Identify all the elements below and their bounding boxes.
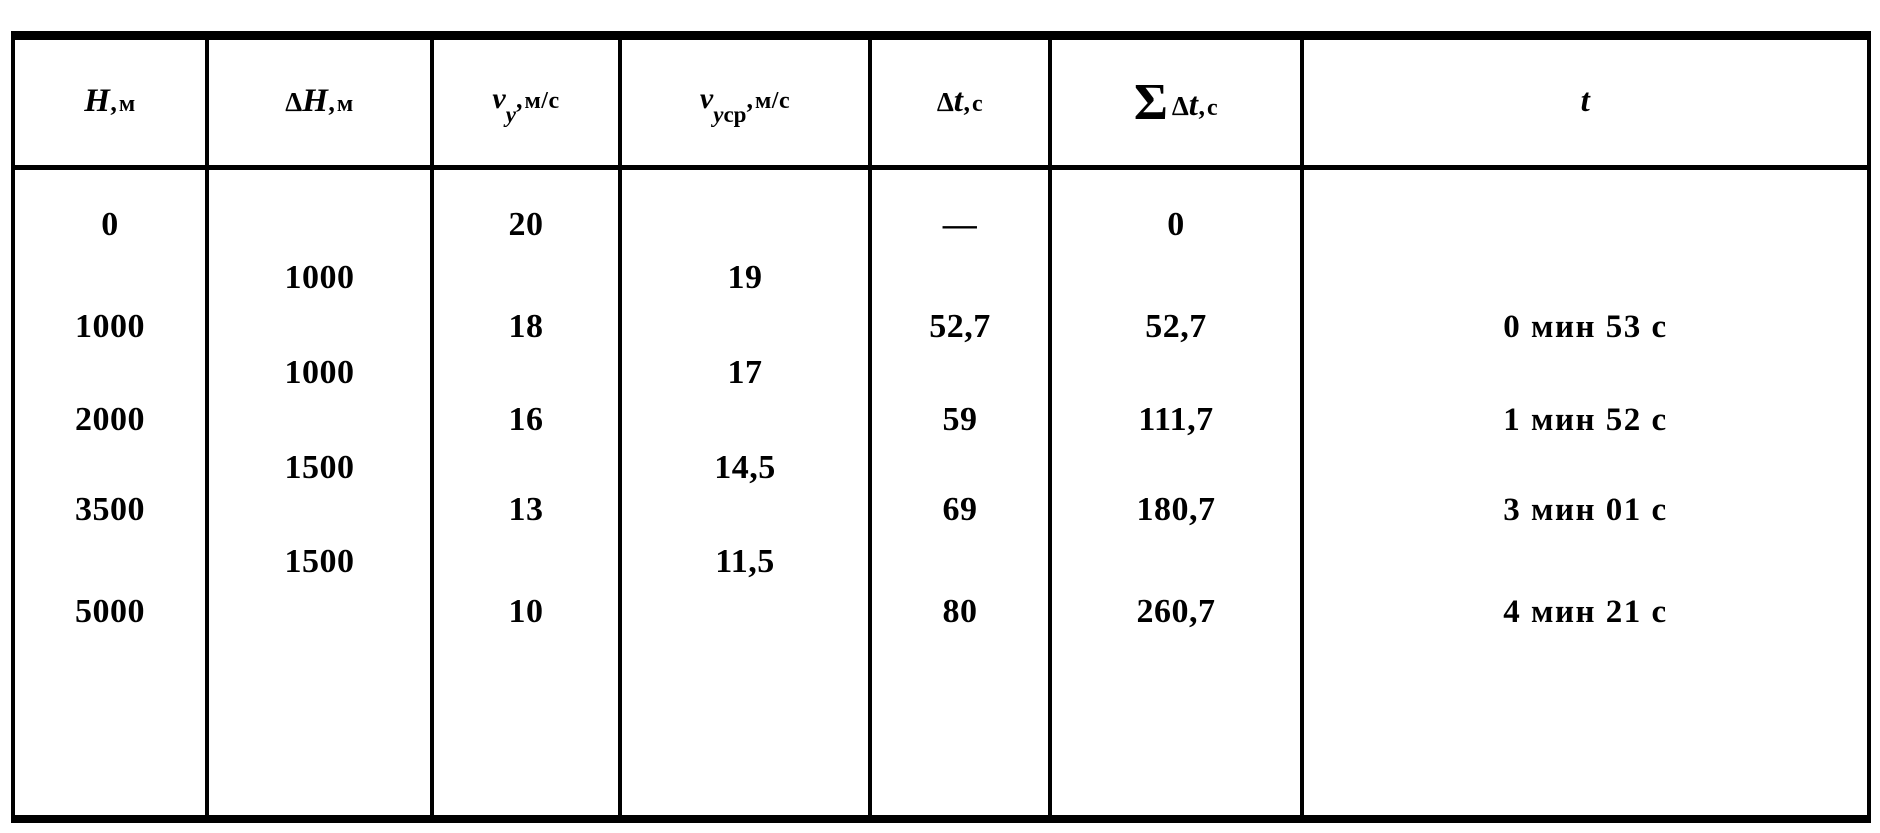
column-header-delta-t: Δt,с <box>872 36 1048 166</box>
column-header-sum-delta-t: Σ Δt,с <box>1052 36 1300 166</box>
column-header-H: H,м <box>15 36 205 166</box>
cell-sum-delta-t: 0 <box>1167 206 1185 243</box>
cell-vy-cp: 17 <box>727 354 763 391</box>
header-comma: , <box>328 87 335 117</box>
header-unit-s: с <box>1206 94 1219 121</box>
cell-delta-H: 1500 <box>284 449 355 486</box>
subscript-cp: ср <box>723 101 747 127</box>
cell-t <box>1304 201 1867 249</box>
velocity-symbol: v <box>699 81 714 115</box>
cell-vy: 18 <box>508 308 544 345</box>
cell-sum-delta-t: 111,7 <box>1138 401 1214 438</box>
column-header-delta-H: ΔH,м <box>209 36 430 166</box>
table-header-row: H,м ΔH,м vy,м/с vyср,м/с Δt,с Σ Δt,с t <box>0 36 1880 166</box>
cell-delta-t: 69 <box>942 491 978 528</box>
cell-H: 5000 <box>75 593 145 630</box>
cell-vy-cp: 14,5 <box>714 449 776 486</box>
cell-t: 1 мин 52 с <box>1503 401 1668 438</box>
column-header-vy: vy,м/с <box>434 36 618 166</box>
cell-delta-t: 59 <box>942 401 978 438</box>
cell-H: 2000 <box>75 401 145 438</box>
header-unit-ms: м/с <box>524 87 560 114</box>
cell-sum-delta-t: 52,7 <box>1145 308 1207 345</box>
cell-delta-H: 1000 <box>284 259 355 296</box>
subscript-y: y <box>505 101 516 127</box>
header-symbol-H: H <box>302 82 329 119</box>
table-bottom-border <box>11 815 1871 823</box>
cell-vy: 10 <box>508 593 544 630</box>
cell-H: 1000 <box>75 308 145 345</box>
sigma-icon: Σ <box>1133 73 1168 131</box>
cell-vy: 13 <box>508 491 544 528</box>
cell-delta-H: 1000 <box>284 354 355 391</box>
header-unit-ms: м/с <box>754 87 791 114</box>
cell-vy: 20 <box>508 206 544 243</box>
table-body: 0 20 — 0 1000 19 1000 18 52,7 52,7 0 мин… <box>0 170 1880 815</box>
column-header-t: t <box>1304 36 1867 166</box>
table-page: H,м ΔH,м vy,м/с vyср,м/с Δt,с Σ Δt,с t 0 … <box>0 0 1880 833</box>
cell-vy-cp: 11,5 <box>715 543 775 580</box>
cell-H: 3500 <box>75 491 145 528</box>
subscript-y: y <box>713 101 724 127</box>
cell-vy-cp: 19 <box>727 259 763 296</box>
header-comma: , <box>963 87 970 117</box>
header-symbol-t: t <box>1580 82 1591 119</box>
cell-vy: 16 <box>508 401 544 438</box>
header-comma: , <box>746 84 753 114</box>
header-unit-s: с <box>971 90 984 117</box>
cell-delta-t: 52,7 <box>929 308 991 345</box>
column-header-vy-cp: vyср,м/с <box>622 36 868 166</box>
header-unit-m: м <box>336 90 354 117</box>
delta-symbol: Δ <box>285 86 303 117</box>
header-symbol-H: H <box>84 82 111 119</box>
cell-t: 4 мин 21 с <box>1503 593 1668 630</box>
cell-delta-t: 80 <box>942 593 978 630</box>
cell-H: 0 <box>101 206 119 243</box>
header-comma: , <box>515 84 523 114</box>
velocity-symbol: v <box>492 81 506 115</box>
delta-symbol: Δ <box>1171 90 1189 121</box>
cell-delta-H: 1500 <box>284 543 355 580</box>
delta-symbol: Δ <box>936 86 954 117</box>
header-comma: , <box>110 87 117 117</box>
header-comma: , <box>1198 91 1205 121</box>
cell-sum-delta-t: 260,7 <box>1136 593 1216 630</box>
cell-t: 0 мин 53 с <box>1503 308 1668 345</box>
cell-t: 3 мин 01 с <box>1503 491 1668 528</box>
header-unit-m: м <box>118 90 136 117</box>
cell-delta-t: — <box>942 206 978 243</box>
cell-sum-delta-t: 180,7 <box>1136 491 1216 528</box>
